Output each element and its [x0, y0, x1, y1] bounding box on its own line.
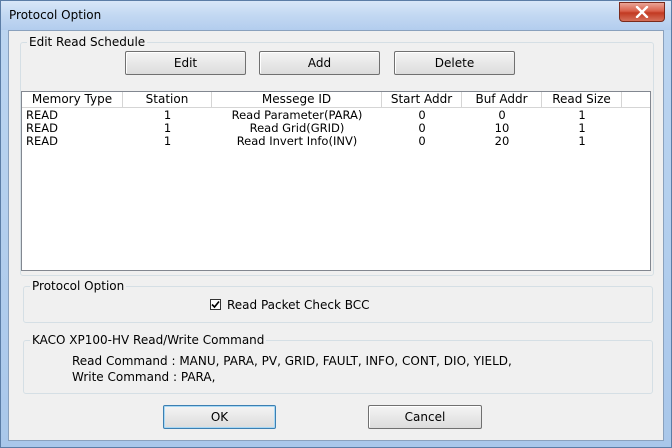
- table-row[interactable]: READ 1 Read Parameter(PARA) 0 0 1: [22, 109, 650, 122]
- close-icon: [635, 6, 649, 18]
- delete-button[interactable]: Delete: [394, 51, 515, 75]
- title-bar[interactable]: Protocol Option: [1, 1, 671, 30]
- cell-buf-addr: 0: [498, 109, 506, 122]
- cell-read-size: 1: [578, 122, 586, 135]
- bcc-label[interactable]: Read Packet Check BCC: [227, 298, 370, 312]
- close-button[interactable]: [619, 2, 665, 22]
- table-row[interactable]: READ 1 Read Invert Info(INV) 0 20 1: [22, 135, 650, 148]
- read-schedule-list[interactable]: Memory Type Station Messege ID Start Add…: [21, 91, 651, 271]
- cell-buf-addr: 10: [494, 122, 510, 135]
- edit-button[interactable]: Edit: [125, 51, 246, 75]
- column-message-id[interactable]: Messege ID: [212, 92, 382, 108]
- column-memory-type[interactable]: Memory Type: [22, 92, 123, 108]
- cell-start-addr: 0: [418, 109, 426, 122]
- column-start-addr[interactable]: Start Addr: [382, 92, 462, 108]
- cell-message-id: Read Parameter(PARA): [231, 109, 363, 122]
- cell-read-size: 1: [578, 135, 586, 148]
- cell-message-id: Read Invert Info(INV): [236, 135, 358, 148]
- column-buf-addr[interactable]: Buf Addr: [462, 92, 542, 108]
- cell-message-id: Read Grid(GRID): [249, 122, 345, 135]
- column-station[interactable]: Station: [123, 92, 212, 108]
- column-read-size[interactable]: Read Size: [542, 92, 622, 108]
- cell-memory-type: READ: [26, 122, 58, 135]
- bcc-checkbox[interactable]: [210, 299, 221, 310]
- write-command-text: Write Command : PARA,: [72, 370, 216, 384]
- cell-start-addr: 0: [418, 122, 426, 135]
- cancel-button[interactable]: Cancel: [368, 405, 482, 429]
- check-icon: [211, 300, 220, 309]
- list-header: Memory Type Station Messege ID Start Add…: [22, 92, 650, 108]
- cell-start-addr: 0: [418, 135, 426, 148]
- protocol-option-window: Protocol Option Edit Read Schedule Edit …: [0, 0, 672, 448]
- cell-station: 1: [163, 109, 172, 122]
- cell-buf-addr: 20: [494, 135, 510, 148]
- window-title: Protocol Option: [9, 8, 102, 22]
- edit-read-schedule-label: Edit Read Schedule: [27, 35, 148, 49]
- read-command-text: Read Command : MANU, PARA, PV, GRID, FAU…: [72, 354, 512, 368]
- cell-memory-type: READ: [26, 109, 58, 122]
- protocol-option-label: Protocol Option: [30, 279, 127, 293]
- cell-station: 1: [163, 122, 172, 135]
- cell-memory-type: READ: [26, 135, 58, 148]
- command-group-label: KACO XP100-HV Read/Write Command: [30, 333, 267, 347]
- dialog-client-area: Edit Read Schedule Edit Add Delete Memor…: [8, 30, 664, 441]
- add-button[interactable]: Add: [259, 51, 380, 75]
- cell-station: 1: [163, 135, 172, 148]
- table-row[interactable]: READ 1 Read Grid(GRID) 0 10 1: [22, 122, 650, 135]
- cell-read-size: 1: [578, 109, 586, 122]
- ok-button[interactable]: OK: [163, 405, 276, 429]
